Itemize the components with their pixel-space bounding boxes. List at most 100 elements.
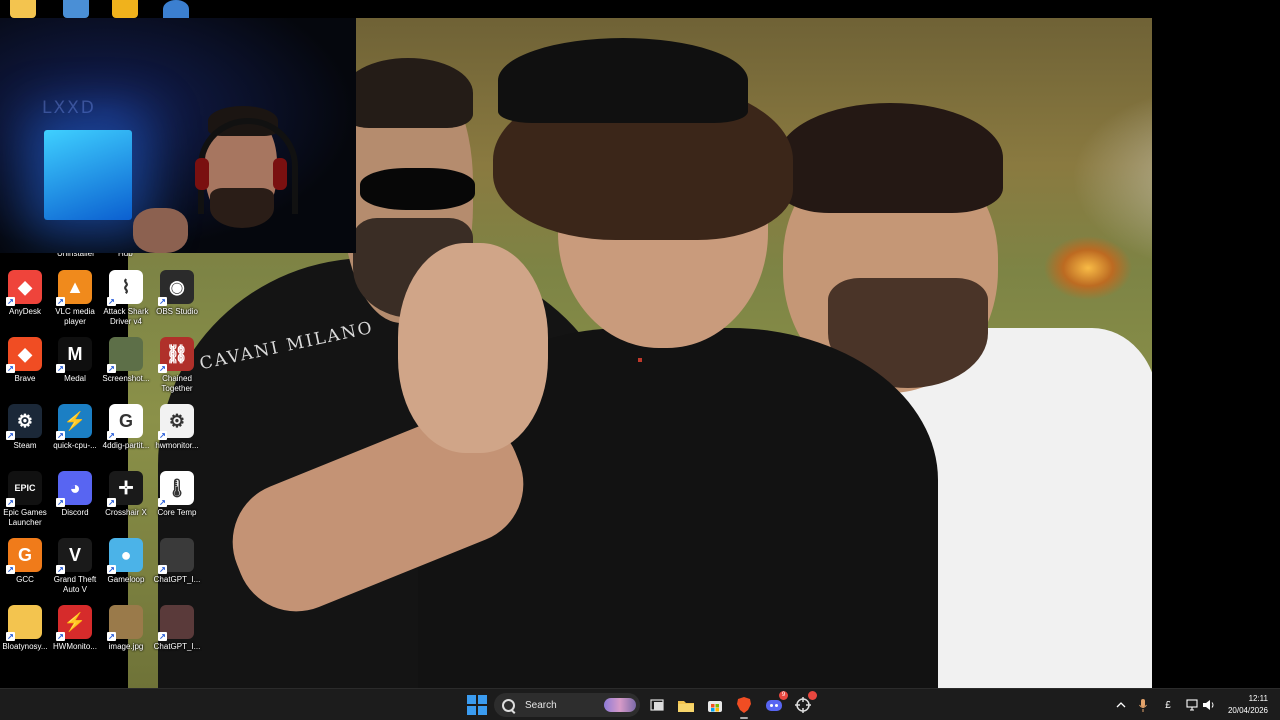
desktop-shortcut[interactable]: 🌡 ↗ Core Temp <box>152 471 202 535</box>
desktop-shortcut[interactable]: ◉ ↗ OBS Studio <box>152 270 202 334</box>
shortcut-arrow-icon: ↗ <box>56 297 65 306</box>
task-view-icon <box>650 699 664 711</box>
icon-glyph: ⚙ <box>16 410 34 431</box>
brave-lion-icon: ◆ ↗ <box>6 337 42 373</box>
desktop-shortcut[interactable]: ↗ image.jpg <box>101 605 151 669</box>
desktop-shortcut[interactable]: ▲ ↗ VLC media player <box>50 270 100 334</box>
core-temp-icon: 🌡 ↗ <box>158 471 194 507</box>
icon-glyph: 🌡 <box>165 477 189 498</box>
desktop-shortcut[interactable]: ↗ Screenshot... <box>101 337 151 401</box>
taskbar-app-button[interactable]: 9 <box>763 691 788 716</box>
image-thumbnail-icon: ↗ <box>158 605 194 641</box>
taskbar-app-button[interactable] <box>704 694 726 716</box>
shortcut-arrow-icon: ↗ <box>56 565 65 574</box>
shortcut-arrow-icon: ↗ <box>6 498 15 507</box>
shortcut-arrow-icon: ↗ <box>107 297 116 306</box>
crosshair-x-icon: ✛ ↗ <box>107 471 143 507</box>
hwmonitor-icon: ⚡ ↗ <box>56 605 92 641</box>
taskbar-search[interactable]: Search <box>494 693 640 717</box>
app-icon[interactable] <box>112 0 138 18</box>
icon-glyph: ◉ <box>169 276 185 297</box>
shortcut-arrow-icon: ↗ <box>107 364 116 373</box>
gta-v-icon: V ↗ <box>56 538 92 574</box>
app-icon[interactable] <box>63 0 89 18</box>
taskbar: Search 9 £ 12:11 20/04/2026 <box>0 688 1280 720</box>
desktop-shortcut[interactable]: G ↗ GCC <box>0 538 50 602</box>
icon-glyph: ⚙ <box>168 410 186 431</box>
desktop-shortcut[interactable]: ↗ ChatGPT_I... <box>152 605 202 669</box>
start-button[interactable] <box>466 694 488 716</box>
search-highlight-icon <box>604 698 636 712</box>
icon-glyph: ⚡ <box>63 611 87 632</box>
desktop-shortcut[interactable]: EPIC ↗ Epic Games Launcher <box>0 471 50 535</box>
desktop-shortcut[interactable]: ◕ ↗ Discord <box>50 471 100 535</box>
icon-glyph: ▲ <box>66 276 84 297</box>
show-hidden-icons-button[interactable] <box>1110 694 1132 716</box>
desktop-shortcut[interactable]: V ↗ Grand Theft Auto V <box>50 538 100 602</box>
desktop-shortcut[interactable]: G ↗ 4ddig-partit... <box>101 404 151 468</box>
taskbar-app-button[interactable] <box>646 694 668 716</box>
taskbar-app-button[interactable] <box>675 694 697 716</box>
desktop-shortcut[interactable]: ⛓ ↗ Chained Together <box>152 337 202 401</box>
shortcut-arrow-icon: ↗ <box>158 565 167 574</box>
clock-date[interactable]: 20/04/2026 <box>1214 706 1268 715</box>
taskbar-app-button[interactable] <box>733 694 755 719</box>
document-file-icon: ⚙ ↗ <box>158 404 194 440</box>
shortcut-arrow-icon: ↗ <box>158 364 167 373</box>
desktop-shortcut[interactable]: ✛ ↗ Crosshair X <box>101 471 151 535</box>
desktop-shortcut[interactable]: ● ↗ Gameloop <box>101 538 151 602</box>
desktop-shortcut[interactable]: ◆ ↗ Brave <box>0 337 50 401</box>
shortcut-arrow-icon: ↗ <box>56 364 65 373</box>
windows-logo-icon <box>467 695 487 715</box>
folder-icon[interactable] <box>10 0 36 18</box>
notification-badge: 9 <box>779 691 788 700</box>
microphone-button[interactable] <box>1132 694 1154 716</box>
webcam-overlay: LXXD <box>0 18 356 253</box>
currency-indicator[interactable]: £ <box>1157 694 1179 716</box>
image-thumbnail-icon: ↗ <box>107 605 143 641</box>
app-icon[interactable] <box>163 0 189 18</box>
taskbar-app-button[interactable] <box>792 691 817 716</box>
search-placeholder: Search <box>525 699 557 711</box>
desktop-shortcut[interactable]: ⚡ ↗ quick-cpu-... <box>50 404 100 468</box>
shortcut-label: Chained Together <box>161 374 193 393</box>
desktop-shortcut[interactable]: ⌇ ↗ Attack Shark Driver v4 <box>101 270 151 334</box>
desktop-shortcut[interactable]: ↗ Bloatynosy... <box>0 605 50 669</box>
desktop-shortcut[interactable]: ◆ ↗ AnyDesk <box>0 270 50 334</box>
running-indicator <box>740 717 748 719</box>
peace-sign-hand <box>398 243 548 453</box>
desktop-shortcut[interactable]: M ↗ Medal <box>50 337 100 401</box>
shortcut-arrow-icon: ↗ <box>6 431 15 440</box>
desktop-shortcut[interactable]: ⚙ ↗ hwmonitor... <box>152 404 202 468</box>
vlc-cone-icon: ▲ ↗ <box>56 270 92 306</box>
attack-shark-icon: ⌇ ↗ <box>107 270 143 306</box>
shortcut-arrow-icon: ↗ <box>158 431 167 440</box>
neon-sign: LXXD <box>42 98 96 118</box>
icon-glyph: ⚡ <box>63 410 87 431</box>
desktop-shortcut[interactable]: ↗ ChatGPT_I... <box>152 538 202 602</box>
desktop-shortcut[interactable]: ⚡ ↗ HWMonito... <box>50 605 100 669</box>
shortcut-arrow-icon: ↗ <box>6 364 15 373</box>
anydesk-icon: ◆ ↗ <box>6 270 42 306</box>
notification-badge <box>808 691 817 700</box>
discord-icon: ◕ ↗ <box>56 471 92 507</box>
shortcut-arrow-icon: ↗ <box>107 431 116 440</box>
microsoft-store-icon <box>708 698 722 712</box>
shortcut-arrow-icon: ↗ <box>107 565 116 574</box>
shortcut-label: ChatGPT_I... <box>153 575 201 584</box>
chevron-up-icon <box>1116 702 1126 708</box>
brave-icon <box>737 697 751 713</box>
medal-icon: M ↗ <box>56 337 92 373</box>
obs-icon: ◉ ↗ <box>158 270 194 306</box>
shortcut-label: ChatGPT_I... <box>153 642 201 651</box>
steam-icon: ⚙ ↗ <box>6 404 42 440</box>
sunglasses <box>360 168 475 210</box>
desktop-shortcut[interactable]: ⚙ ↗ Steam <box>0 404 50 468</box>
icon-glyph: V <box>68 544 81 565</box>
shortcut-arrow-icon: ↗ <box>107 498 116 507</box>
shortcut-label: hwmonitor... <box>155 441 199 450</box>
icon-glyph: EPIC <box>14 483 36 493</box>
shortcut-arrow-icon: ↗ <box>56 498 65 507</box>
icon-glyph: G <box>118 410 133 431</box>
clock-time[interactable]: 12:11 <box>1222 694 1268 703</box>
